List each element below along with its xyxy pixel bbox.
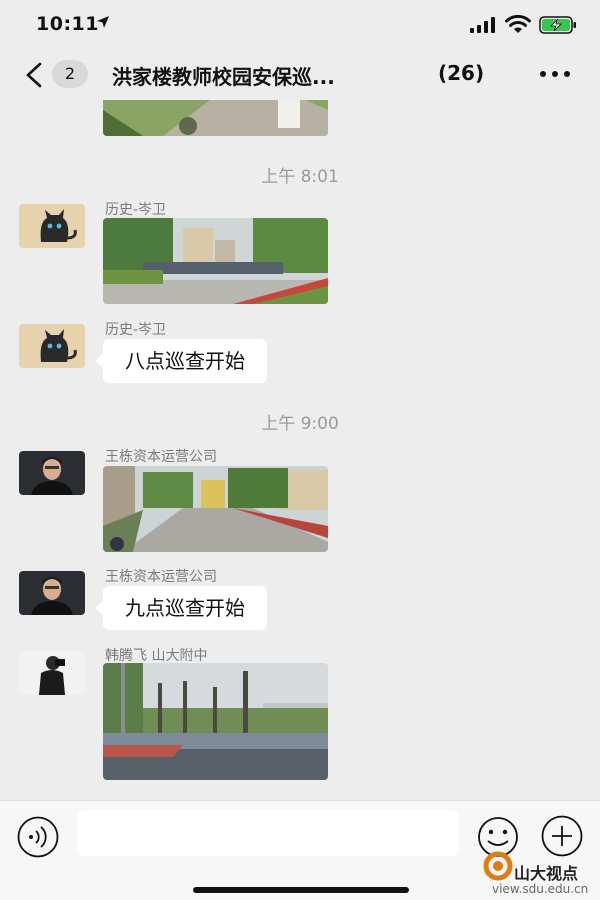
message-photo[interactable] — [103, 663, 328, 780]
sender-name: 历史-岑卫 — [105, 202, 167, 218]
avatar[interactable] — [19, 204, 85, 248]
member-count: (26) — [438, 61, 485, 85]
sender-name: 历史-岑卫 — [105, 322, 167, 338]
chat-title: 洪家楼教师校园安保巡... — [112, 65, 335, 89]
sender-name: 韩腾飞 山大附中 — [105, 648, 208, 664]
message-bubble[interactable]: 八点巡查开始 — [95, 339, 267, 383]
message-photo[interactable] — [103, 466, 328, 552]
message-photo[interactable] — [103, 100, 328, 136]
message-list[interactable]: 上午 8:01 历史-岑卫 历史-岑卫 八点巡查开始 上午 9:00 王栋资本运… — [0, 100, 600, 800]
chat-header: 2 洪家楼教师校园安保巡... (26) — [0, 50, 600, 100]
avatar[interactable] — [19, 651, 85, 695]
signal-icon — [470, 17, 495, 33]
avatar[interactable] — [19, 571, 85, 615]
avatar[interactable] — [19, 451, 85, 495]
watermark: 山大视点 view.sdu.edu.cn — [480, 848, 600, 900]
sdu-logo-icon — [483, 851, 513, 881]
status-time: 10:11 — [36, 13, 99, 35]
wifi-icon — [505, 14, 531, 33]
timestamp: 上午 9:00 — [261, 414, 339, 434]
voice-icon[interactable] — [17, 816, 59, 858]
message-photo[interactable] — [103, 218, 328, 304]
watermark-name: 山大视点 — [514, 864, 579, 883]
location-arrow-icon — [97, 16, 109, 28]
home-indicator — [193, 887, 409, 893]
avatar[interactable] — [19, 324, 85, 368]
sender-name: 王栋资本运营公司 — [105, 569, 217, 585]
watermark-url: view.sdu.edu.cn — [492, 882, 589, 896]
unread-count-badge[interactable]: 2 — [52, 60, 88, 88]
sender-name: 王栋资本运营公司 — [105, 449, 217, 465]
back-chevron-icon[interactable] — [22, 61, 46, 89]
status-bar: 10:11 — [0, 0, 600, 50]
message-bubble[interactable]: 九点巡查开始 — [95, 586, 267, 630]
more-dots-icon[interactable] — [538, 64, 572, 84]
battery-charging-icon — [539, 16, 576, 34]
message-input[interactable] — [77, 810, 459, 856]
timestamp: 上午 8:01 — [261, 167, 339, 187]
